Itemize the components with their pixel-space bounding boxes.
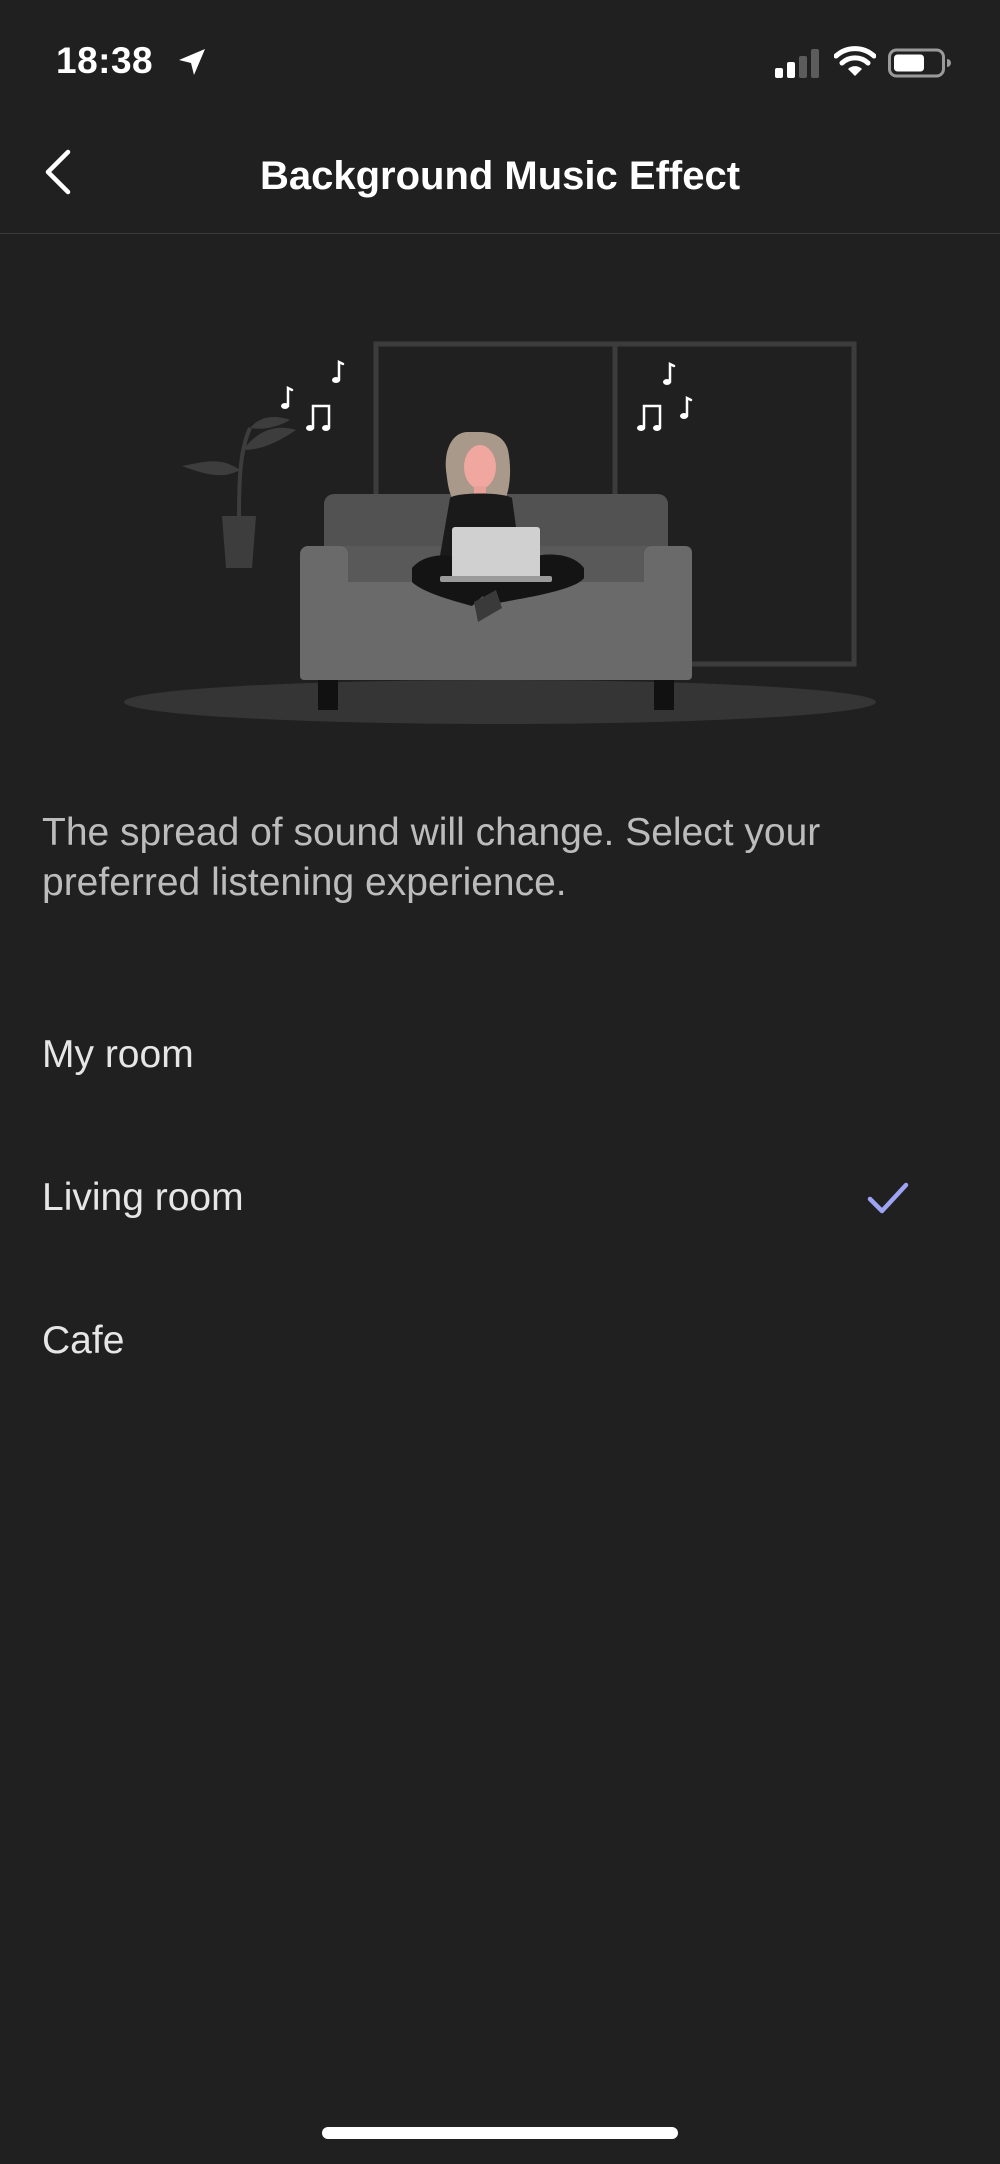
option-cafe[interactable]: Cafe <box>0 1271 1000 1414</box>
wifi-icon <box>834 46 876 76</box>
cellular-signal-icon <box>775 49 819 78</box>
option-label: Cafe <box>42 1319 125 1362</box>
person-on-sofa-illustration <box>124 341 876 724</box>
music-notes-left-icon <box>281 359 345 431</box>
option-living-room[interactable]: Living room <box>0 1128 1000 1271</box>
location-arrow-icon <box>179 49 205 75</box>
page-title: Background Music Effect <box>259 154 741 198</box>
music-notes-right-icon <box>637 361 693 431</box>
listening-options-list: My room Living room Cafe <box>0 985 1000 1414</box>
navigation-bar: Background Music Effect <box>0 120 1000 234</box>
option-label: My room <box>42 1033 194 1076</box>
option-label: Living room <box>42 1176 244 1219</box>
description-text: The spread of sound will change. Select … <box>42 811 821 904</box>
option-my-room[interactable]: My room <box>0 985 1000 1128</box>
status-bar: 18:38 <box>0 0 1000 120</box>
status-time: 18:38 <box>56 40 154 81</box>
floor-shadow <box>124 680 876 724</box>
battery-icon <box>888 48 951 78</box>
home-indicator[interactable] <box>322 2127 678 2139</box>
checkmark-icon <box>867 1182 909 1214</box>
plant-illustration <box>182 417 296 568</box>
